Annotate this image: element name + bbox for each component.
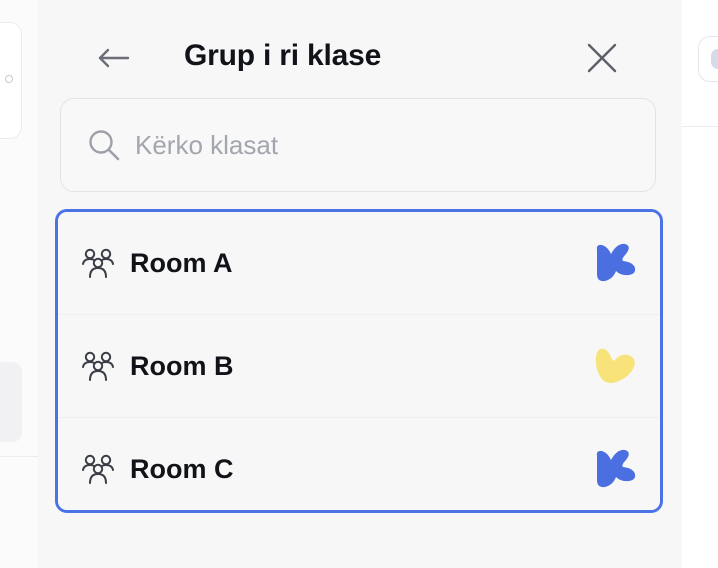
class-list-item[interactable]: Room A [58,212,660,314]
back-button[interactable] [94,40,134,76]
people-icon [80,348,116,384]
background-chip [0,362,22,442]
background-glyph-icon [5,75,13,83]
background-divider [682,126,718,127]
class-name: Room C [130,453,234,484]
yellow-heart-avatar [595,348,635,383]
background-divider [0,456,38,457]
app-stage: Grup i ri klase Kërko klasat Room A Room… [0,0,718,568]
class-name: Room B [130,350,234,381]
close-icon [587,43,617,73]
blue-blob-avatar [596,449,636,488]
background-card [0,22,22,139]
background-avatar [698,36,718,82]
people-icon [80,451,116,487]
panel-header: Grup i ri klase [38,0,682,100]
class-list-item[interactable]: Room B [58,314,660,417]
new-class-group-panel: Grup i ri klase Kërko klasat Room A Room… [38,0,682,568]
close-button[interactable] [582,38,622,78]
class-name: Room A [130,247,233,278]
class-list: Room A Room B Room C [55,209,663,513]
background-right-area [682,0,718,568]
class-list-item[interactable]: Room C [58,417,660,510]
search-input[interactable] [133,128,617,162]
panel-title: Grup i ri klase [184,39,382,72]
search-box[interactable] [60,98,656,192]
blue-blob-avatar [596,243,636,282]
arrow-left-icon [98,48,130,68]
search-icon [87,128,121,162]
people-icon [80,245,116,281]
